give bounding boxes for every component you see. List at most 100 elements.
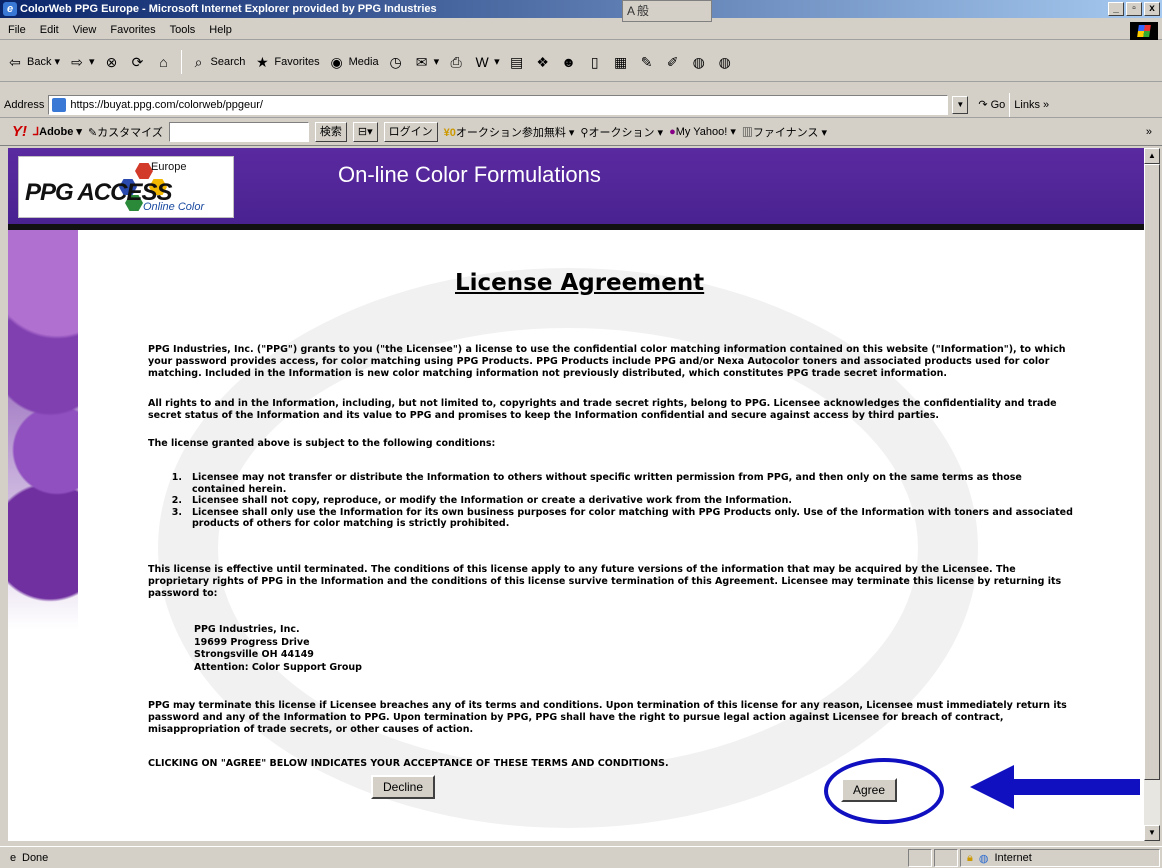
- edit-button[interactable]: W ▾: [473, 53, 500, 71]
- calculator-icon: ▦: [614, 53, 628, 70]
- research-icon: ❖: [536, 53, 549, 70]
- status-segment: [934, 849, 958, 867]
- yahoo-logo-icon[interactable]: Y!: [12, 123, 27, 140]
- chevron-down-icon: ▾: [494, 56, 500, 68]
- yahoo-search-button[interactable]: 検索: [314, 121, 347, 142]
- misc-tool-2[interactable]: ▦: [612, 53, 630, 71]
- misc-tool-6[interactable]: ◍: [716, 53, 734, 71]
- address-line: Attention: Color Support Group: [194, 661, 362, 673]
- menu-help[interactable]: Help: [209, 24, 232, 36]
- address-separator: [1009, 92, 1011, 117]
- vertical-scrollbar[interactable]: ▲ ▼: [1144, 148, 1160, 841]
- menu-edit[interactable]: Edit: [40, 24, 59, 36]
- go-button[interactable]: ↷ Go: [978, 98, 1005, 112]
- refresh-button[interactable]: ⟳: [129, 53, 147, 71]
- scroll-thumb[interactable]: [1144, 164, 1160, 780]
- auction-link[interactable]: ⚲オークション ▾: [580, 124, 663, 140]
- paragraph-5: PPG may terminate this license if Licens…: [148, 700, 1067, 735]
- menu-file[interactable]: File: [8, 24, 26, 36]
- research-button[interactable]: ❖: [534, 53, 552, 71]
- discuss-button[interactable]: ▤: [508, 53, 526, 71]
- minimize-button[interactable]: _: [1108, 2, 1124, 16]
- auction-free-link[interactable]: ¥0オークション参加無料 ▾: [444, 124, 575, 140]
- scroll-up-button[interactable]: ▲: [1144, 148, 1160, 164]
- page-done-icon: e: [9, 851, 17, 864]
- ime-toolbar[interactable]: A般: [622, 0, 712, 22]
- home-icon: ⌂: [159, 53, 168, 70]
- mail-icon: ✉: [415, 53, 428, 70]
- address-input[interactable]: https://buyat.ppg.com/colorweb/ppgeur/: [48, 94, 949, 115]
- stop-button[interactable]: ⊗: [103, 53, 121, 71]
- banner-title: On-line Color Formulations: [338, 162, 601, 187]
- forward-button[interactable]: ⇨ ▾: [68, 53, 95, 71]
- menu-favorites[interactable]: Favorites: [110, 24, 155, 36]
- search-button[interactable]: ⌕ Search: [190, 53, 246, 71]
- history-button[interactable]: ◷: [387, 53, 405, 71]
- layout-icon: ⊟: [357, 125, 368, 138]
- list-number: 3.: [171, 506, 182, 518]
- adobe-button[interactable]: ⅃Adobe ▾: [33, 125, 82, 138]
- customize-button[interactable]: ✎カスタマイズ: [88, 124, 163, 140]
- logo-tagline: Online Color: [143, 201, 205, 213]
- misc-tool-1[interactable]: ▯: [586, 53, 604, 71]
- home-button[interactable]: ⌂: [155, 53, 173, 71]
- lock-icon: 🔒︎: [967, 851, 973, 864]
- list-text: Licensee shall only use the Information …: [192, 506, 1073, 530]
- chevron-down-icon: ▾: [54, 56, 60, 68]
- discuss-icon: ▤: [510, 53, 524, 70]
- login-button[interactable]: ログイン: [383, 121, 438, 142]
- address-bar: Address https://buyat.ppg.com/colorweb/p…: [0, 92, 1162, 118]
- zone-label: Internet: [994, 852, 1032, 864]
- misc-tool-4[interactable]: ✐: [664, 53, 682, 71]
- finance-link[interactable]: ▥ファイナンス ▾: [742, 124, 827, 140]
- print-button[interactable]: ⎙: [447, 53, 465, 71]
- address-label: Address: [4, 98, 45, 111]
- paragraph-4: This license is effective until terminat…: [148, 564, 1062, 599]
- word-icon: W: [475, 53, 489, 70]
- globe-icon: ◍: [978, 852, 989, 865]
- close-button[interactable]: x: [1144, 2, 1160, 16]
- stop-icon: ⊗: [105, 53, 118, 70]
- maximize-button[interactable]: ▫: [1126, 2, 1142, 16]
- pencil-icon: ✐: [666, 53, 679, 70]
- media-button[interactable]: ◉ Media: [328, 53, 379, 71]
- standard-toolbar: ⇦ Back ▾ ⇨ ▾ ⊗ ⟳ ⌂ ⌕ Search ★ Favorites ◉ Medi…: [0, 42, 1162, 82]
- back-label: Back: [27, 55, 52, 68]
- links-button[interactable]: Links»: [1014, 99, 1049, 111]
- yahoo-search-input[interactable]: [168, 121, 309, 142]
- yahoo-layout-button[interactable]: ⊟▾: [352, 121, 378, 142]
- banner-divider: [8, 224, 1144, 230]
- print-icon: ⎙: [450, 53, 462, 70]
- toolbar-overflow-icon[interactable]: »: [1146, 126, 1152, 138]
- ppg-access-logo: Europe PPG ACCESS Online Color: [18, 156, 234, 218]
- media-icon: ◉: [330, 53, 343, 70]
- messenger-icon: ☻: [561, 53, 577, 70]
- scroll-down-button[interactable]: ▼: [1144, 825, 1160, 841]
- misc-tool-3[interactable]: ✎: [638, 53, 656, 71]
- misc-tool-5[interactable]: ◍: [690, 53, 708, 71]
- status-segment: [908, 849, 932, 867]
- messenger-button[interactable]: ☻: [560, 53, 578, 71]
- finance-label: ファイナンス: [752, 126, 819, 139]
- search-icon: ⌕: [194, 53, 203, 70]
- chevron-down-icon: ▾: [89, 56, 95, 68]
- mail-button[interactable]: ✉ ▾: [413, 53, 439, 71]
- my-yahoo-link[interactable]: ●My Yahoo! ▾: [669, 125, 736, 138]
- favorites-button[interactable]: ★ Favorites: [253, 53, 320, 71]
- back-button[interactable]: ⇦ Back ▾: [6, 53, 60, 71]
- menu-view[interactable]: View: [73, 24, 97, 36]
- list-item: 2. Licensee shall not copy, reproduce, or…: [168, 495, 1078, 507]
- media-label: Media: [348, 55, 379, 68]
- mailing-address: PPG Industries, Inc. 19699 Progress Driv…: [194, 624, 362, 674]
- address-url: https://buyat.ppg.com/colorweb/ppgeur/: [70, 98, 263, 111]
- list-item: 1. Licensee may not transfer or distribut…: [168, 472, 1078, 495]
- menu-tools[interactable]: Tools: [170, 24, 196, 36]
- windows-logo-icon: [1130, 22, 1158, 40]
- status-bar: e Done 🔒︎ ◍ Internet: [0, 846, 1162, 868]
- decline-button[interactable]: Decline: [371, 775, 436, 799]
- address-dropdown[interactable]: ▼: [952, 95, 969, 114]
- annotation-circle: [824, 758, 944, 824]
- paragraph-1: PPG Industries, Inc. ("PPG") grants to y…: [148, 344, 1066, 379]
- title-bar: e ColorWeb PPG Europe - Microsoft Intern…: [0, 0, 1162, 18]
- globe-icon: ◍: [718, 53, 731, 70]
